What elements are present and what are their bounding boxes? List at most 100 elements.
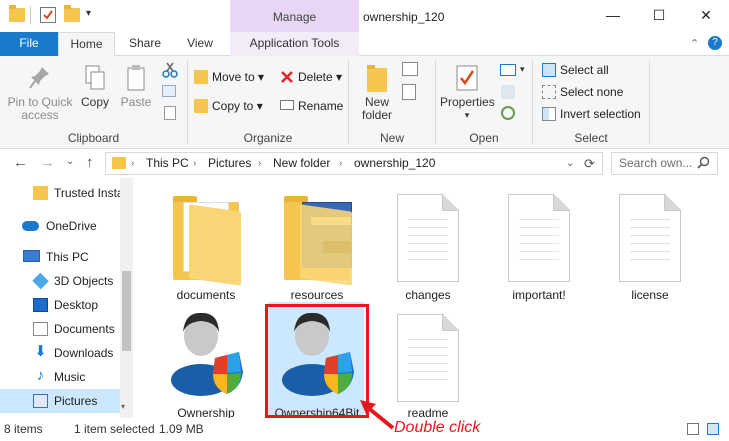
invert-selection-button[interactable]: Invert selection	[542, 104, 641, 124]
content-scrollbar[interactable]	[716, 178, 729, 418]
nav-item-this-pc[interactable]: This PC	[0, 245, 120, 269]
selection-info: 1 item selected	[74, 422, 155, 436]
select-all-button[interactable]: Select all	[542, 60, 609, 80]
collapse-ribbon-icon[interactable]: ⌃	[690, 37, 699, 50]
large-icons-view-icon[interactable]	[707, 423, 719, 435]
list-item-license[interactable]: license	[597, 178, 703, 308]
edit-icon[interactable]	[501, 85, 515, 99]
minimize-button[interactable]: —	[590, 0, 636, 32]
list-item-documents[interactable]: documents	[153, 178, 259, 308]
copy-to-button[interactable]: Copy to ▾	[194, 96, 263, 116]
tab-file[interactable]: File	[0, 32, 58, 56]
open-icon[interactable]	[500, 64, 516, 76]
text-file-icon	[619, 194, 681, 282]
organize-group-label: Organize	[243, 131, 293, 145]
folder-icon	[9, 5, 25, 22]
move-to-button[interactable]: Move to ▾	[194, 67, 264, 87]
close-button[interactable]: ✕	[683, 0, 729, 32]
nav-item-onedrive[interactable]: OneDrive	[0, 214, 120, 238]
pin-to-quick-access-button[interactable]: Pin to Quick access	[4, 64, 76, 122]
history-icon[interactable]	[501, 106, 515, 120]
customize-toolbar-icon[interactable]: ▾	[86, 8, 91, 19]
folder-icon	[112, 157, 126, 169]
pictures-icon	[33, 394, 48, 408]
delete-icon	[280, 70, 294, 84]
window-title: ownership_120	[363, 10, 445, 24]
select-group-label: Select	[574, 131, 608, 145]
tab-application-tools[interactable]: Application Tools	[230, 32, 359, 56]
nav-item-pictures[interactable]: Pictures	[0, 389, 120, 413]
breadcrumb-pictures[interactable]: Pictures	[208, 153, 251, 174]
list-item-resources[interactable]: resources	[264, 178, 370, 308]
nav-scrollbar-thumb[interactable]	[122, 271, 131, 351]
help-icon[interactable]: ?	[708, 36, 722, 50]
copy-button[interactable]: Copy	[76, 64, 114, 109]
document-icon	[33, 322, 48, 336]
tab-share[interactable]: Share	[119, 32, 171, 56]
nav-item-music[interactable]: ♪ Music	[0, 365, 120, 389]
address-row: ← → ⌄ ↑ › This PC › Pictures › New folde…	[0, 150, 729, 178]
refresh-icon[interactable]: ⟳	[584, 153, 595, 174]
text-file-icon	[508, 194, 570, 282]
maximize-button[interactable]: ☐	[636, 0, 682, 32]
breadcrumb-this-pc[interactable]: This PC	[146, 153, 189, 174]
select-none-icon	[542, 84, 556, 99]
new-item-icon[interactable]	[402, 62, 418, 76]
rename-button[interactable]: Rename	[280, 96, 343, 116]
tab-home[interactable]: Home	[58, 32, 115, 57]
text-file-icon	[397, 194, 459, 282]
recent-locations-icon[interactable]: ⌄	[66, 156, 74, 167]
paste-icon	[124, 64, 148, 92]
title-bar: ▾ Manage ownership_120 — ☐ ✕	[0, 0, 729, 32]
back-arrow-icon[interactable]: ←	[13, 154, 28, 171]
cut-icon[interactable]	[162, 62, 178, 81]
list-item-changes[interactable]: changes	[375, 178, 481, 308]
copy-path-icon[interactable]	[162, 85, 176, 97]
new-folder-button[interactable]: New folder	[356, 64, 398, 122]
delete-button[interactable]: Delete ▾	[280, 67, 342, 87]
move-to-icon	[194, 69, 208, 84]
properties-button[interactable]: Properties ▾	[440, 64, 495, 122]
list-item-important[interactable]: important!	[486, 178, 592, 308]
navigation-pane: Trusted Insta OneDrive This PC 3D Object…	[0, 178, 133, 418]
select-none-button[interactable]: Select none	[542, 82, 623, 102]
up-arrow-icon[interactable]: ↑	[86, 154, 94, 171]
nav-item-downloads[interactable]: ⬇ Downloads	[0, 341, 120, 365]
nav-item-desktop[interactable]: Desktop	[0, 293, 120, 317]
details-view-icon[interactable]	[687, 423, 699, 435]
open-group-label: Open	[469, 131, 499, 145]
nav-item-3d-objects[interactable]: 3D Objects	[0, 269, 120, 293]
pin-icon	[28, 64, 52, 92]
invert-selection-icon	[542, 106, 556, 121]
forward-arrow-icon[interactable]: →	[40, 154, 55, 171]
new-group-label: New	[379, 131, 404, 145]
download-arrow-icon: ⬇	[34, 343, 47, 360]
easy-access-icon[interactable]	[402, 84, 416, 100]
cube-icon	[32, 272, 49, 290]
file-list: documents resources changes important! l…	[133, 178, 716, 420]
ribbon-tabs: File Home Share View Application Tools ⌃…	[0, 32, 729, 57]
nav-item-documents[interactable]: Documents	[0, 317, 120, 341]
address-bar[interactable]: › This PC › Pictures › New folder › owne…	[105, 152, 603, 175]
scroll-down-icon[interactable]: ▾	[121, 402, 125, 411]
address-dropdown-icon[interactable]: ⌄	[566, 153, 574, 174]
divider	[30, 6, 31, 24]
paste-button[interactable]: Paste	[116, 64, 156, 109]
new-folder-icon[interactable]	[64, 5, 80, 22]
clipboard-group-label: Clipboard	[67, 131, 120, 145]
properties-check-icon[interactable]	[40, 7, 56, 23]
highlight-box	[265, 304, 369, 418]
tab-view[interactable]: View	[174, 32, 226, 56]
ribbon: Pin to Quick access Copy Paste Clipboard…	[0, 56, 729, 149]
paste-shortcut-icon[interactable]	[164, 106, 176, 120]
breadcrumb-new-folder[interactable]: New folder	[273, 153, 330, 174]
nav-item-trusted-installer[interactable]: Trusted Insta	[0, 181, 120, 205]
cloud-icon	[22, 221, 39, 231]
breadcrumb-ownership-120[interactable]: ownership_120	[354, 153, 435, 174]
selection-size: 1.09 MB	[159, 422, 204, 436]
divider	[649, 60, 650, 144]
new-folder-icon	[366, 64, 388, 92]
list-item-ownership[interactable]: Ownership	[153, 296, 259, 420]
arrow-icon	[358, 398, 398, 435]
properties-icon	[455, 64, 479, 92]
